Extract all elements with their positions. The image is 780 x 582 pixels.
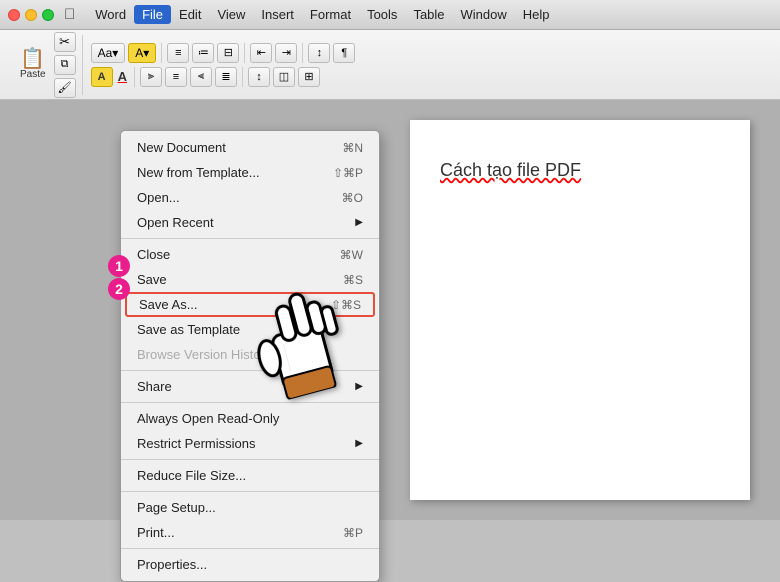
menu-open-recent[interactable]: Open Recent ▶ <box>121 210 379 235</box>
sort-button[interactable]: ↕ <box>308 43 330 63</box>
menu-tools[interactable]: Tools <box>359 5 405 24</box>
apple-menu[interactable]:  <box>64 6 75 23</box>
traffic-lights <box>8 9 54 21</box>
font-color-button[interactable]: A <box>118 69 127 84</box>
menu-insert[interactable]: Insert <box>253 5 302 24</box>
menu-new-document[interactable]: New Document ⌘N <box>121 135 379 160</box>
document-page: Cách tạo file PDF <box>410 120 750 500</box>
separator-4 <box>121 459 379 460</box>
increase-indent-button[interactable]: ⇥ <box>275 43 297 63</box>
line-spacing-button[interactable]: ↕ <box>248 67 270 87</box>
menu-help[interactable]: Help <box>515 5 558 24</box>
menu-print[interactable]: Print... ⌘P <box>121 520 379 545</box>
cut-button[interactable]: ✂ <box>54 32 76 52</box>
toolbar-row-1: Aa▾ A▾ ≡ ≔ ⊟ ⇤ ⇥ ↕ ¶ <box>91 43 356 63</box>
align-center-button[interactable]: ≡ <box>165 67 187 87</box>
menu-page-setup[interactable]: Page Setup... <box>121 495 379 520</box>
menu-close[interactable]: Close ⌘W <box>121 242 379 267</box>
menu-edit[interactable]: Edit <box>171 5 209 24</box>
separator-6 <box>121 548 379 549</box>
content-area: 1 2 New Document ⌘N New from Template...… <box>0 100 780 520</box>
decrease-indent-button[interactable]: ⇤ <box>250 43 272 63</box>
menu-view[interactable]: View <box>209 5 253 24</box>
menu-restrict-permissions[interactable]: Restrict Permissions ▶ <box>121 431 379 456</box>
step-2-badge: 2 <box>108 278 130 300</box>
numbered-list-button[interactable]: ≔ <box>192 43 214 63</box>
document-content: Cách tạo file PDF <box>440 160 720 181</box>
menu-word[interactable]: Word <box>87 5 134 24</box>
app-window:  Word File Edit View Insert Format Tool… <box>0 0 780 520</box>
format-painter-button[interactable]: 🖌 <box>54 78 76 98</box>
menu-save[interactable]: Save ⌘S <box>121 267 379 292</box>
menu-new-from-template[interactable]: New from Template... ⇧⌘P <box>121 160 379 185</box>
paste-section: 📋 Paste ✂ ⧉ 🖌 <box>8 35 83 95</box>
bullet-list-button[interactable]: ≡ <box>167 43 189 63</box>
align-right-button[interactable]: ⫷ <box>190 67 212 87</box>
menu-always-open-read-only[interactable]: Always Open Read-Only <box>121 406 379 431</box>
step-1-badge: 1 <box>108 255 130 277</box>
separator-1 <box>121 238 379 239</box>
menu-window[interactable]: Window <box>453 5 515 24</box>
align-left-button[interactable]: ⫸ <box>140 67 162 87</box>
separator-5 <box>121 491 379 492</box>
shading-button[interactable]: ◫ <box>273 67 295 87</box>
minimize-button[interactable] <box>25 9 37 21</box>
multilevel-list-button[interactable]: ⊟ <box>217 43 239 63</box>
paragraph-button[interactable]: ¶ <box>333 43 355 63</box>
menubar:  Word File Edit View Insert Format Tool… <box>0 0 780 30</box>
close-button[interactable] <box>8 9 20 21</box>
formatting-section: Aa▾ A▾ ≡ ≔ ⊟ ⇤ ⇥ ↕ ¶ A A ⫸ ≡ <box>91 43 356 87</box>
toolbar-row-2: A A ⫸ ≡ ⫷ ≣ ↕ ◫ ⊞ <box>91 67 356 87</box>
border-button[interactable]: ⊞ <box>298 67 320 87</box>
menu-format[interactable]: Format <box>302 5 359 24</box>
menu-reduce-file-size[interactable]: Reduce File Size... <box>121 463 379 488</box>
highlight-button[interactable]: A▾ <box>128 43 156 63</box>
menu-open[interactable]: Open... ⌘O <box>121 185 379 210</box>
paste-icon: 📋 <box>20 49 45 69</box>
paste-button[interactable]: 📋 Paste <box>14 45 52 84</box>
menu-table[interactable]: Table <box>405 5 452 24</box>
justify-button[interactable]: ≣ <box>215 67 237 87</box>
menu-file[interactable]: File <box>134 5 171 24</box>
copy-button[interactable]: ⧉ <box>54 55 76 75</box>
font-style-button[interactable]: Aa▾ <box>91 43 126 63</box>
fullscreen-button[interactable] <box>42 9 54 21</box>
yellow-highlight-button[interactable]: A <box>91 67 113 87</box>
toolbar: 📋 Paste ✂ ⧉ 🖌 Aa▾ A▾ ≡ ≔ ⊟ ⇤ ⇥ <box>0 30 780 100</box>
paste-label: Paste <box>20 69 46 80</box>
menu-properties[interactable]: Properties... <box>121 552 379 577</box>
